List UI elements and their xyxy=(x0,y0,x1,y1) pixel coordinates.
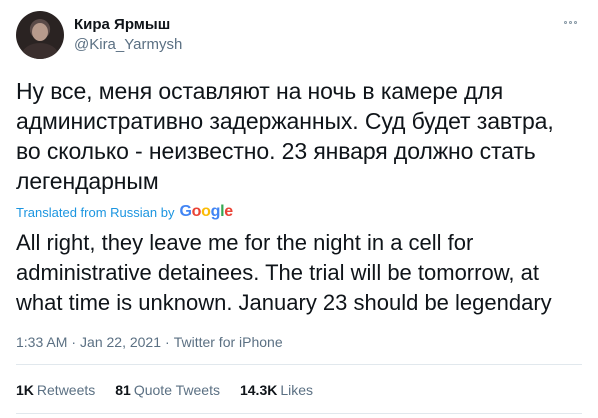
more-options-icon[interactable] xyxy=(558,14,582,30)
google-logo: Google xyxy=(179,203,233,220)
translated-label: Translated from Russian by xyxy=(16,204,175,220)
retweets-stat[interactable]: 1K Retweets xyxy=(16,382,95,398)
likes-stat[interactable]: 14.3K Likes xyxy=(240,382,313,398)
quote-tweets-stat[interactable]: 81 Quote Tweets xyxy=(115,382,220,398)
likes-count: 14.3K xyxy=(239,382,278,398)
divider xyxy=(16,364,582,365)
meta-separator: · xyxy=(71,334,77,350)
quote-tweets-count: 81 xyxy=(115,382,131,398)
tweet-card: Кира Ярмыш @Kira_Yarmysh Ну все, меня ос… xyxy=(0,0,598,418)
author-display-name[interactable]: Кира Ярмыш xyxy=(74,15,182,35)
retweets-count: 1K xyxy=(16,382,34,398)
tweet-text: Ну все, меня оставляют на ночь в камере … xyxy=(16,78,554,194)
author-handle[interactable]: @Kira_Yarmysh xyxy=(74,35,182,55)
avatar-shoulders xyxy=(22,43,58,59)
avatar-face xyxy=(32,23,48,41)
more-dot xyxy=(573,20,577,24)
translation-attribution[interactable]: Translated from Russian by Google xyxy=(16,202,233,222)
tweet-date[interactable]: Jan 22, 2021 xyxy=(80,334,161,350)
divider xyxy=(16,413,582,414)
tweet-header: Кира Ярмыш @Kira_Yarmysh xyxy=(16,10,182,60)
translation-text: All right, they leave me for the night i… xyxy=(16,230,552,315)
more-dot xyxy=(563,20,567,24)
retweets-label: Retweets xyxy=(36,382,96,398)
tweet-meta: 1:33 AM · Jan 22, 2021 · Twitter for iPh… xyxy=(16,332,283,352)
quote-tweets-label: Quote Tweets xyxy=(133,382,220,398)
tweet-time[interactable]: 1:33 AM xyxy=(16,334,67,350)
likes-label: Likes xyxy=(280,382,314,398)
more-dot xyxy=(568,20,572,24)
author-names: Кира Ярмыш @Kira_Yarmysh xyxy=(74,15,182,55)
avatar[interactable] xyxy=(16,11,64,59)
tweet-stats: 1K Retweets 81 Quote Tweets 14.3K Likes xyxy=(16,380,333,400)
tweet-source[interactable]: Twitter for iPhone xyxy=(174,334,283,350)
meta-separator: · xyxy=(165,334,170,350)
